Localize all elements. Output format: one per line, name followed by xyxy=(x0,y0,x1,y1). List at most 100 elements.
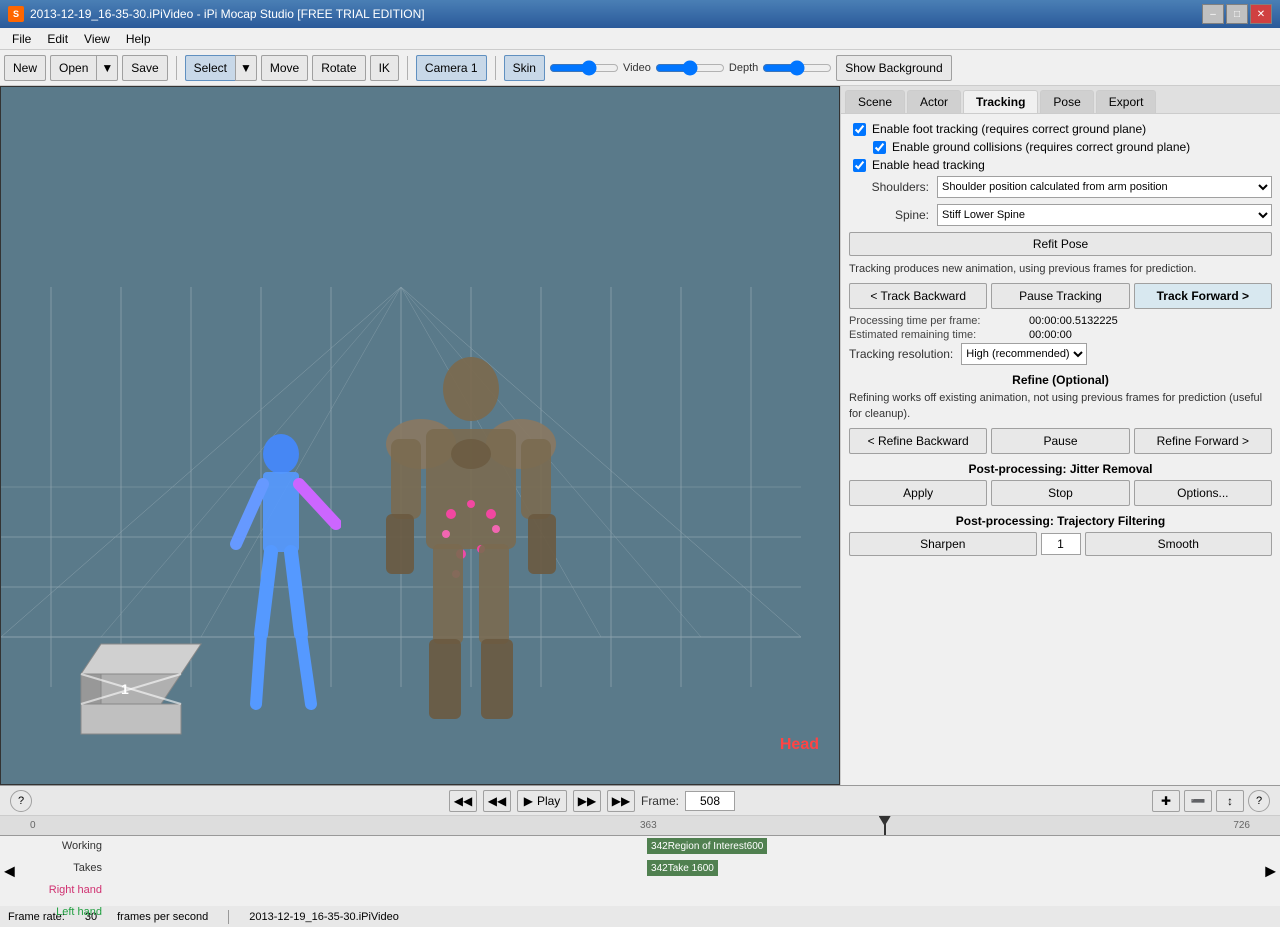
select-dropdown: Select ▼ xyxy=(185,55,257,81)
enable-head-tracking-checkbox[interactable] xyxy=(853,159,866,172)
menu-file[interactable]: File xyxy=(4,30,39,48)
refit-pose-button[interactable]: Refit Pose xyxy=(849,232,1272,256)
spine-row: Spine: Stiff Lower Spine xyxy=(849,204,1272,226)
menu-edit[interactable]: Edit xyxy=(39,30,76,48)
left-hand-track-label: Left hand xyxy=(30,906,110,918)
working-bar[interactable]: 342 Region of Interest 600 xyxy=(647,838,767,854)
tab-bar: Scene Actor Tracking Pose Export xyxy=(841,86,1280,114)
tab-scene[interactable]: Scene xyxy=(845,90,905,113)
right-hand-track-label: Right hand xyxy=(30,884,110,896)
step-forward-button[interactable]: ▶▶ xyxy=(573,790,601,812)
viewport[interactable]: 1 Head xyxy=(0,86,840,785)
sharpen-button[interactable]: Sharpen xyxy=(849,532,1037,556)
play-button[interactable]: ▶ Play xyxy=(517,790,567,812)
pause-tracking-button[interactable]: Pause Tracking xyxy=(991,283,1129,309)
select-dropdown-arrow[interactable]: ▼ xyxy=(235,55,257,81)
enable-foot-tracking-checkbox[interactable] xyxy=(853,123,866,136)
video-slider[interactable] xyxy=(655,60,725,76)
takes-bar[interactable]: 342 Take 1 600 xyxy=(647,860,718,876)
new-button[interactable]: New xyxy=(4,55,46,81)
go-end-button[interactable]: ▶▶ xyxy=(607,790,635,812)
zoom-controls: ✚ ➖ ↕ ? xyxy=(1152,790,1270,812)
pause-refine-button[interactable]: Pause xyxy=(991,428,1129,454)
open-button[interactable]: Open xyxy=(50,55,96,81)
tab-pose[interactable]: Pose xyxy=(1040,90,1093,113)
save-button[interactable]: Save xyxy=(122,55,167,81)
ik-button[interactable]: IK xyxy=(370,55,399,81)
camera-button[interactable]: Camera 1 xyxy=(416,55,487,81)
open-dropdown-arrow[interactable]: ▼ xyxy=(96,55,118,81)
shoulders-select[interactable]: Shoulder position calculated from arm po… xyxy=(937,176,1272,198)
processing-time-value: 00:00:00.5132225 xyxy=(1029,315,1118,327)
menu-help[interactable]: Help xyxy=(118,30,159,48)
go-start-button[interactable]: ◀◀ xyxy=(449,790,477,812)
refine-forward-button[interactable]: Refine Forward > xyxy=(1134,428,1272,454)
tab-actor[interactable]: Actor xyxy=(907,90,961,113)
working-bar-label: Region of Interest xyxy=(668,841,747,852)
spine-label: Spine: xyxy=(849,208,929,222)
options-button[interactable]: Options... xyxy=(1134,480,1272,506)
move-button[interactable]: Move xyxy=(261,55,308,81)
takes-bar-label: Take 1 xyxy=(668,863,697,874)
armored-character xyxy=(371,354,571,754)
toolbar: New Open ▼ Save Select ▼ Move Rotate IK … xyxy=(0,50,1280,86)
menu-view[interactable]: View xyxy=(76,30,118,48)
help-right-button[interactable]: ? xyxy=(1248,790,1270,812)
spine-select[interactable]: Stiff Lower Spine xyxy=(937,204,1272,226)
resolution-row: Tracking resolution: Low Medium High (re… xyxy=(849,343,1272,365)
track-forward-button[interactable]: Track Forward > xyxy=(1134,283,1272,309)
maximize-button[interactable]: □ xyxy=(1226,4,1248,24)
depth-slider[interactable] xyxy=(762,60,832,76)
box-objects: 1 xyxy=(61,624,261,744)
processing-time-label: Processing time per frame: xyxy=(849,315,1029,327)
zoom-fit-button[interactable]: ↕ xyxy=(1216,790,1244,812)
rotate-button[interactable]: Rotate xyxy=(312,55,365,81)
estimated-remaining-label: Estimated remaining time: xyxy=(849,329,1029,341)
refine-backward-button[interactable]: < Refine Backward xyxy=(849,428,987,454)
step-back-button[interactable]: ◀◀ xyxy=(483,790,511,812)
play-label: Play xyxy=(537,794,560,808)
enable-ground-collisions-row: Enable ground collisions (requires corre… xyxy=(849,140,1272,154)
video-label: Video xyxy=(623,62,651,74)
frame-input[interactable] xyxy=(685,791,735,811)
apply-button[interactable]: Apply xyxy=(849,480,987,506)
refine-buttons-row: < Refine Backward Pause Refine Forward > xyxy=(849,428,1272,454)
ruler-mid: 363 xyxy=(640,820,657,831)
app-icon: S xyxy=(8,6,24,22)
window-controls: – □ ✕ xyxy=(1202,4,1272,24)
minimize-button[interactable]: – xyxy=(1202,4,1224,24)
stop-button[interactable]: Stop xyxy=(991,480,1129,506)
tracking-info: Tracking produces new animation, using p… xyxy=(849,262,1272,277)
enable-foot-tracking-row: Enable foot tracking (requires correct g… xyxy=(849,122,1272,136)
takes-track-label: Takes xyxy=(30,862,110,874)
show-background-button[interactable]: Show Background xyxy=(836,55,951,81)
help-left-button[interactable]: ? xyxy=(10,790,32,812)
enable-ground-collisions-checkbox[interactable] xyxy=(873,141,886,154)
separator-3 xyxy=(495,56,496,80)
tab-tracking[interactable]: Tracking xyxy=(963,90,1038,113)
working-track-label: Working xyxy=(30,840,110,852)
select-button[interactable]: Select xyxy=(185,55,235,81)
estimated-remaining-row: Estimated remaining time: 00:00:00 xyxy=(849,329,1272,341)
tab-export[interactable]: Export xyxy=(1096,90,1157,113)
skin-slider[interactable] xyxy=(549,60,619,76)
ruler-start: 0 xyxy=(30,820,36,831)
window-title: 2013-12-19_16-35-30.iPiVideo - iPi Mocap… xyxy=(30,7,425,21)
depth-slider-container xyxy=(762,60,832,76)
refine-info: Refining works off existing animation, n… xyxy=(849,391,1272,422)
enable-head-tracking-row: Enable head tracking xyxy=(849,158,1272,172)
timeline-tracks: ◀ ▶ Working 342 Region of Interest 600 T… xyxy=(0,836,1280,906)
processing-time-row: Processing time per frame: 00:00:00.5132… xyxy=(849,315,1272,327)
skin-button[interactable]: Skin xyxy=(504,55,545,81)
zoom-in-button[interactable]: ✚ xyxy=(1152,790,1180,812)
tracking-resolution-select[interactable]: Low Medium High (recommended) Very High xyxy=(961,343,1087,365)
left-hand-track: Left hand xyxy=(30,902,1250,922)
timeline-nav-right[interactable]: ▶ xyxy=(1265,863,1276,880)
timeline-nav-left[interactable]: ◀ xyxy=(4,863,15,880)
working-bar-end: 600 xyxy=(747,841,764,852)
zoom-out-button[interactable]: ➖ xyxy=(1184,790,1212,812)
smooth-button[interactable]: Smooth xyxy=(1085,532,1273,556)
frame-label: Frame: xyxy=(641,794,679,808)
track-backward-button[interactable]: < Track Backward xyxy=(849,283,987,309)
close-button[interactable]: ✕ xyxy=(1250,4,1272,24)
